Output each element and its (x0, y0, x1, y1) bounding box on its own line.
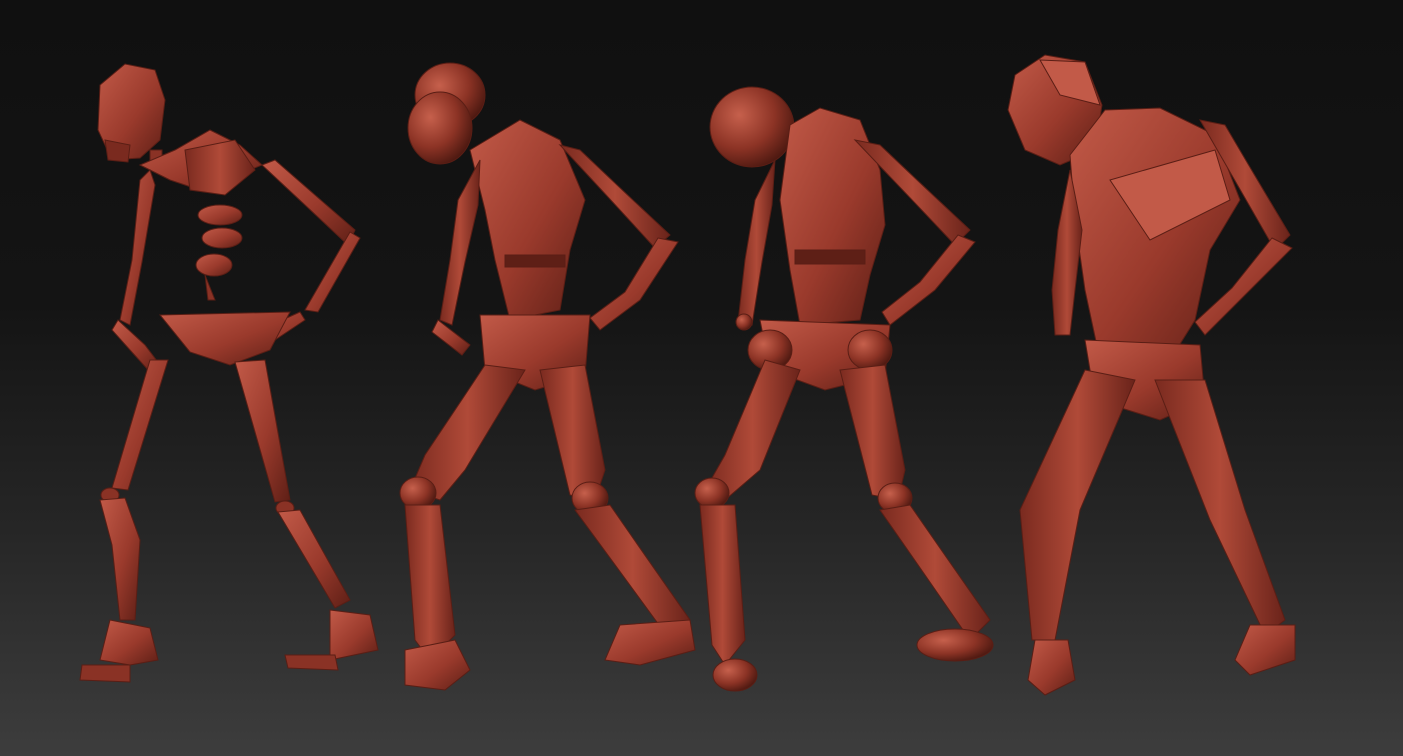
segmented-mannequin-figure (399, 62, 696, 691)
viewport-canvas (0, 0, 1403, 756)
skeleton-figure (79, 63, 379, 683)
render-scene (79, 54, 1296, 696)
ball-joint-mannequin-figure (694, 86, 994, 692)
lowpoly-body-figure (1007, 54, 1296, 696)
